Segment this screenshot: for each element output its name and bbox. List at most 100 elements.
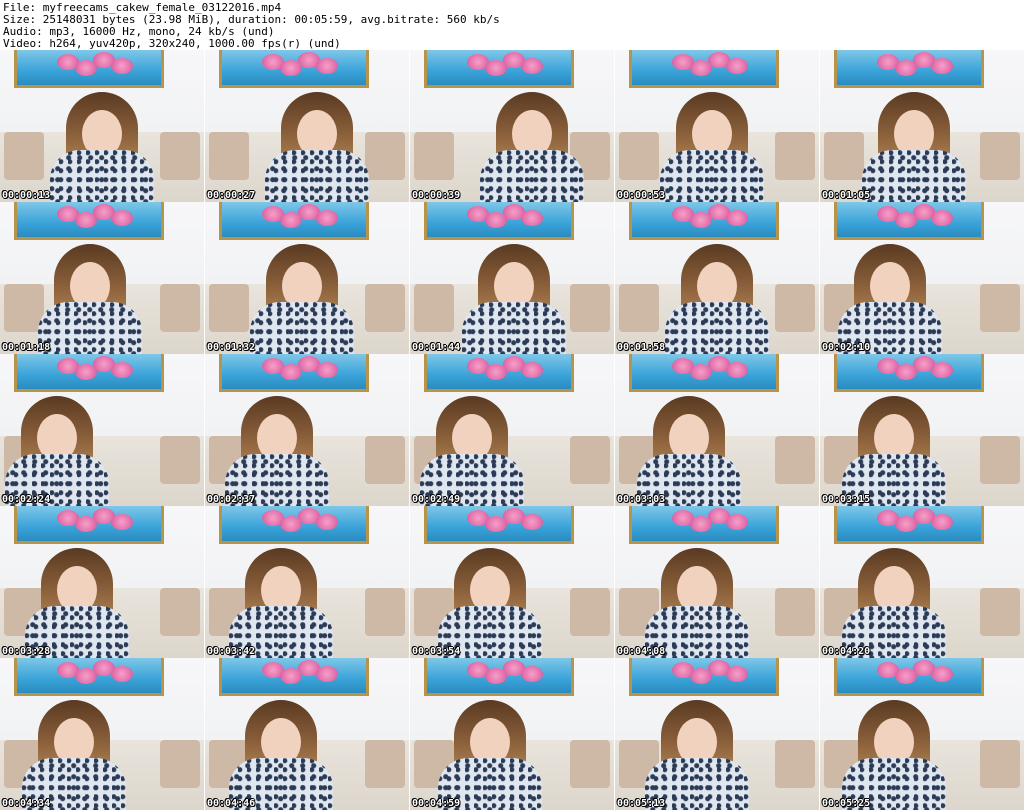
person-figure [50, 92, 154, 202]
timestamp-label: 00:05:25 [822, 798, 871, 809]
flower-shape [726, 210, 748, 226]
timestamp-label: 00:02:49 [412, 494, 461, 505]
cushion [980, 132, 1020, 180]
timestamp-label: 00:04:59 [412, 798, 461, 809]
wall-painting [424, 506, 574, 544]
flower-shape [316, 58, 338, 74]
flower-shape [726, 58, 748, 74]
timestamp-label: 00:03:03 [617, 494, 666, 505]
video-thumbnail: 00:00:13 [0, 50, 204, 202]
flower-shape [521, 666, 543, 682]
person-figure [842, 396, 946, 506]
timestamp-label: 00:05:13 [617, 798, 666, 809]
wall-painting [629, 50, 779, 88]
cushion [414, 284, 454, 332]
wall-painting [424, 202, 574, 240]
video-thumbnail: 00:01:44 [410, 202, 614, 354]
flower-shape [521, 58, 543, 74]
wall-painting [424, 354, 574, 392]
cushion [775, 588, 815, 636]
cushion [365, 588, 405, 636]
wall-painting [834, 354, 984, 392]
wall-painting [629, 658, 779, 696]
flower-shape [931, 514, 953, 530]
cushion [824, 132, 864, 180]
video-thumbnail: 00:01:32 [205, 202, 409, 354]
timestamp-label: 00:04:46 [207, 798, 256, 809]
video-thumbnail: 00:03:28 [0, 506, 204, 658]
person-figure [22, 700, 126, 810]
wall-painting [14, 506, 164, 544]
video-thumbnail: 00:03:42 [205, 506, 409, 658]
person-figure [5, 396, 109, 506]
floral-dress [862, 150, 966, 202]
wall-painting [219, 506, 369, 544]
flower-shape [521, 514, 543, 530]
timestamp-label: 00:03:54 [412, 646, 461, 657]
flower-shape [521, 210, 543, 226]
thumbnail-grid: 00:00:13 00:00:27 00:00:39 00:00:53 00:01:05… [0, 50, 1024, 810]
cushion [570, 284, 610, 332]
wall-painting [14, 202, 164, 240]
person-figure [250, 244, 354, 354]
person-figure [229, 700, 333, 810]
person-figure [838, 244, 942, 354]
wall-painting [834, 506, 984, 544]
cushion [775, 284, 815, 332]
video-thumbnail: 00:02:37 [205, 354, 409, 506]
person-figure [842, 548, 946, 658]
flower-shape [931, 58, 953, 74]
wall-painting [629, 202, 779, 240]
wall-painting [424, 50, 574, 88]
cushion [619, 284, 659, 332]
flower-shape [111, 58, 133, 74]
cushion [980, 436, 1020, 484]
timestamp-label: 00:01:58 [617, 342, 666, 353]
floral-dress [665, 302, 769, 354]
person-figure [38, 244, 142, 354]
timestamp-label: 00:00:53 [617, 190, 666, 201]
person-figure [862, 92, 966, 202]
person-figure [229, 548, 333, 658]
person-figure [645, 548, 749, 658]
timestamp-label: 00:03:42 [207, 646, 256, 657]
video-thumbnail: 00:02:24 [0, 354, 204, 506]
video-thumbnail: 00:00:39 [410, 50, 614, 202]
floral-dress [480, 150, 584, 202]
timestamp-label: 00:00:39 [412, 190, 461, 201]
flower-shape [726, 666, 748, 682]
cushion [160, 436, 200, 484]
video-thumbnail: 00:05:25 [820, 658, 1024, 810]
video-thumbnail: 00:01:58 [615, 202, 819, 354]
flower-shape [931, 210, 953, 226]
cushion [365, 284, 405, 332]
flower-shape [316, 362, 338, 378]
cushion [365, 132, 405, 180]
timestamp-label: 00:03:15 [822, 494, 871, 505]
video-info-line: Video: h264, yuv420p, 320x240, 1000.00 f… [3, 37, 341, 50]
flower-shape [316, 666, 338, 682]
video-thumbnail: 00:04:20 [820, 506, 1024, 658]
video-thumbnail: 00:02:49 [410, 354, 614, 506]
flower-shape [931, 362, 953, 378]
cushion [209, 132, 249, 180]
timestamp-label: 00:02:37 [207, 494, 256, 505]
cushion [365, 436, 405, 484]
video-thumbnail: 00:03:15 [820, 354, 1024, 506]
flower-shape [726, 514, 748, 530]
flower-shape [111, 666, 133, 682]
video-thumbnail: 00:03:03 [615, 354, 819, 506]
wall-painting [14, 354, 164, 392]
video-thumbnail: 00:02:10 [820, 202, 1024, 354]
cushion [160, 132, 200, 180]
cushion [570, 740, 610, 788]
person-figure [480, 92, 584, 202]
person-figure [438, 548, 542, 658]
video-thumbnail: 00:04:46 [205, 658, 409, 810]
flower-shape [521, 362, 543, 378]
timestamp-label: 00:00:27 [207, 190, 256, 201]
floral-dress [250, 302, 354, 354]
floral-dress [38, 302, 142, 354]
cushion [775, 132, 815, 180]
person-figure [462, 244, 566, 354]
